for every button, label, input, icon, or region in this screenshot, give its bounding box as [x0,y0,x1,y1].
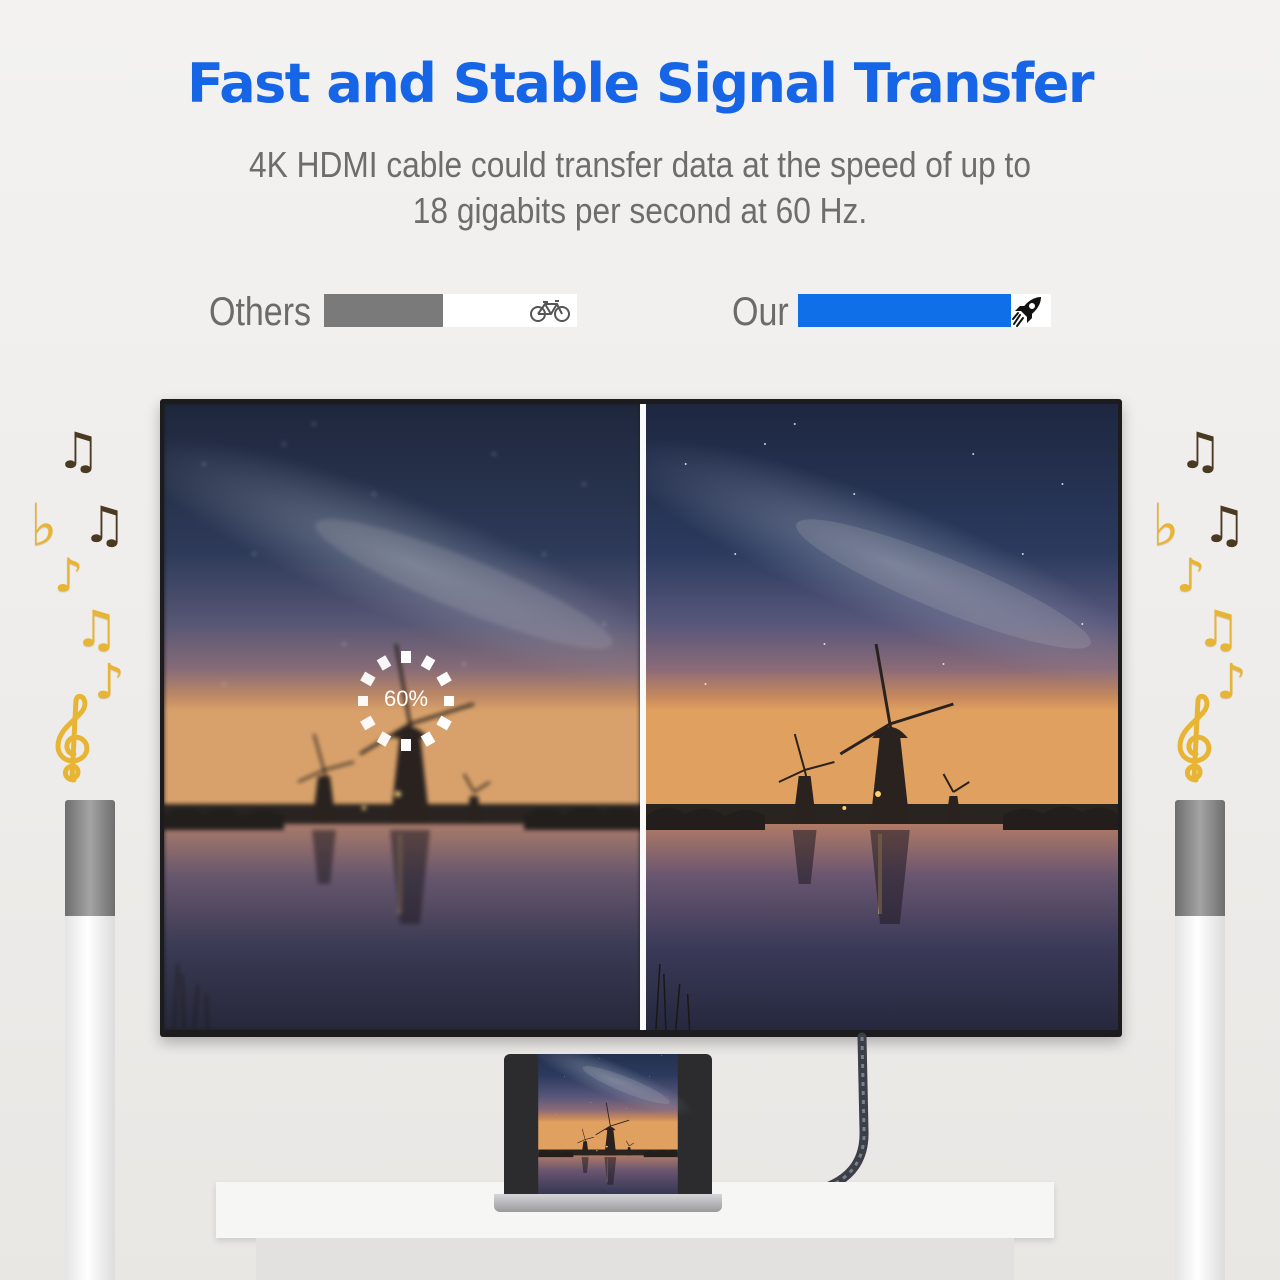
headline: Fast and Stable Signal Transfer [186,52,1095,115]
music-note-icon: ♪ [94,654,125,710]
subtitle-line-1: 4K HDMI cable could transfer data at the… [249,144,1031,185]
screen-ours-sharp [646,404,1118,1030]
spinner-segment [420,731,436,747]
others-label: Others [209,290,312,334]
flat-sign-icon: ♭ [1152,491,1180,559]
music-note-icon: ♫ [1196,600,1241,658]
ours-speed-bar [798,294,1051,327]
speaker-left [65,800,115,1280]
treble-clef-icon [1177,694,1212,783]
bicycle-icon [530,300,570,322]
music-note-icon: ♫ [82,496,127,554]
spinner-segment [376,731,392,747]
spinner-segment [420,655,436,671]
ours-label: Our [732,290,789,334]
ours-speed-fill [798,294,1011,327]
television: 60% [160,399,1122,1037]
music-note-icon: ♪ [1176,548,1206,602]
treble-clef-icon [55,694,90,783]
speaker-right [1175,800,1225,1280]
spinner-segment [376,655,392,671]
spinner-segment [360,715,376,731]
music-note-icon: ♫ [56,422,101,480]
subtitle-line-2: 18 gigabits per second at 60 Hz. [412,190,868,231]
loading-percent: 60% [383,686,429,711]
screen-others-blurry: 60% [164,404,640,1030]
flat-sign-icon: ♭ [30,491,58,559]
laptop-screen-scene [504,1054,712,1194]
spinner-segment [436,671,452,687]
music-note-icon: ♫ [1178,422,1223,480]
others-speed-fill [324,294,443,327]
spinner-segment [360,671,376,687]
others-speed-bar [324,294,577,327]
laptop [494,1054,722,1214]
music-note-icon: ♪ [54,548,84,602]
music-note-icon: ♫ [1202,496,1247,554]
night-windmill-scene-sharp [646,404,1118,1030]
music-note-icon: ♫ [74,600,119,658]
spinner-segment [436,715,452,731]
rocket-icon [1012,297,1041,327]
music-note-icon: ♪ [1216,654,1247,710]
